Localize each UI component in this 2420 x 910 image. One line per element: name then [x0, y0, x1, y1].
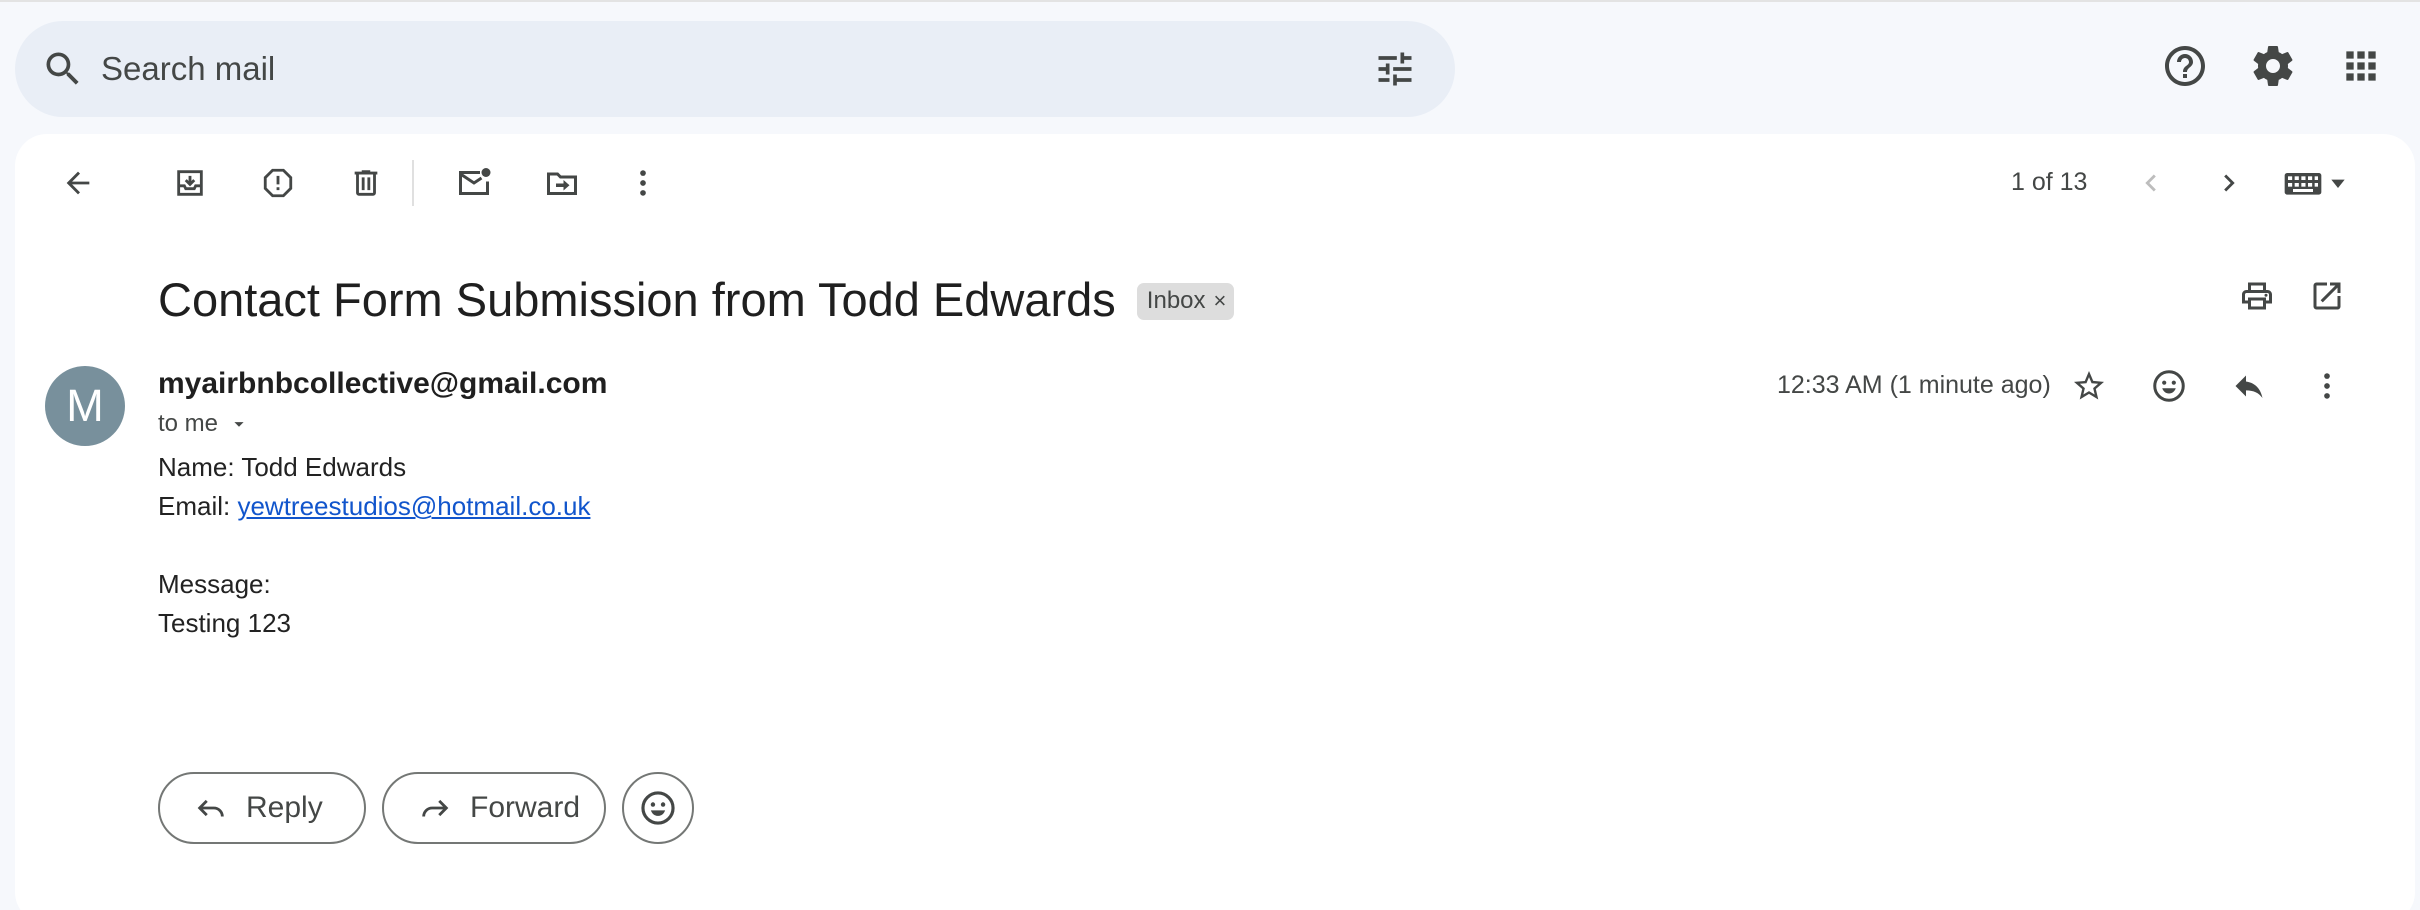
delete-icon[interactable]: [338, 155, 394, 211]
move-to-icon[interactable]: [534, 155, 590, 211]
email-body: Name: Todd Edwards Email: yewtreestudios…: [158, 448, 590, 643]
search-options-icon[interactable]: [1373, 47, 1417, 91]
search-icon[interactable]: [41, 47, 85, 91]
email-timestamp: 12:33 AM (1 minute ago): [1777, 371, 2051, 399]
label-name: Inbox: [1146, 287, 1206, 314]
mark-unread-icon[interactable]: [446, 155, 502, 211]
search-input[interactable]: [101, 47, 1301, 91]
forward-label: Forward: [470, 791, 581, 824]
pager-count: 1 of 13: [2011, 168, 2088, 196]
open-in-new-window-icon[interactable]: [2299, 268, 2355, 324]
body-name-line: Name: Todd Edwards: [158, 452, 407, 482]
email-subject: Contact Form Submission from Todd Edward…: [158, 273, 1116, 326]
report-spam-icon[interactable]: [250, 155, 306, 211]
emoji-reaction-icon[interactable]: [2141, 358, 2197, 414]
settings-gear-icon[interactable]: [2241, 34, 2305, 98]
body-message-text: Testing 123: [158, 608, 291, 638]
toolbar-divider: [412, 160, 414, 206]
more-vert-icon[interactable]: [615, 155, 671, 211]
chevron-left-icon[interactable]: [2123, 155, 2179, 211]
emoji-icon: [641, 791, 675, 825]
body-email-prefix: Email:: [158, 491, 238, 521]
help-icon[interactable]: [2153, 34, 2217, 98]
chevron-down-icon[interactable]: [228, 413, 250, 435]
remove-label-icon[interactable]: ×: [1214, 290, 1227, 312]
body-message-label: Message:: [158, 569, 271, 599]
apps-grid-icon[interactable]: [2329, 34, 2393, 98]
reply-label: Reply: [246, 791, 323, 824]
reply-icon: [197, 799, 224, 817]
more-vert-icon[interactable]: [2299, 358, 2355, 414]
input-tools-keyboard-icon[interactable]: [2273, 155, 2363, 211]
archive-icon[interactable]: [162, 155, 218, 211]
forward-button[interactable]: Forward: [382, 772, 606, 844]
inbox-label-chip[interactable]: Inbox ×: [1136, 283, 1235, 320]
emoji-reaction-button[interactable]: [622, 772, 694, 844]
subject-line: Contact Form Submission from Todd Edward…: [158, 272, 1235, 327]
print-icon[interactable]: [2229, 268, 2285, 324]
reply-icon[interactable]: [2221, 358, 2277, 414]
sender-email[interactable]: myairbnbcollective@gmail.com: [158, 367, 607, 401]
avatar[interactable]: M: [45, 366, 125, 446]
forward-icon: [422, 799, 449, 817]
message-view: 1 of 13 Contact Form Submission from Tod…: [15, 134, 2415, 910]
body-email-link[interactable]: yewtreestudios@hotmail.co.uk: [237, 491, 590, 521]
search-bar[interactable]: [15, 21, 1455, 117]
chevron-right-icon[interactable]: [2201, 155, 2257, 211]
back-arrow-icon[interactable]: [50, 155, 106, 211]
star-icon[interactable]: [2061, 358, 2117, 414]
recipient-label: to me: [158, 410, 219, 437]
recipient-details[interactable]: to me: [158, 410, 250, 438]
body-email-line: Email: yewtreestudios@hotmail.co.uk: [158, 487, 590, 526]
reply-button[interactable]: Reply: [158, 772, 366, 844]
